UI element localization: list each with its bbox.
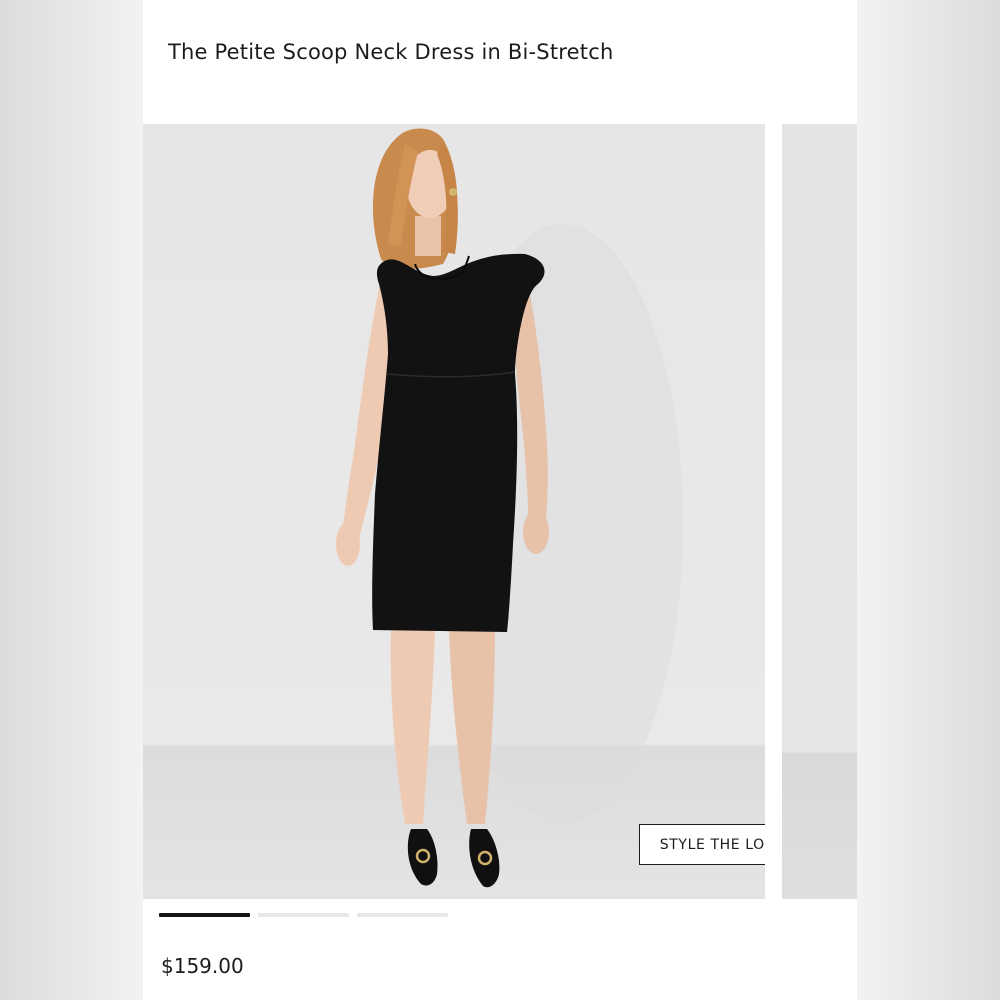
screenshot-frame: The Petite Scoop Neck Dress in Bi-Stretc… bbox=[0, 0, 1000, 1000]
product-card: The Petite Scoop Neck Dress in Bi-Stretc… bbox=[143, 0, 857, 1000]
right-margin bbox=[857, 0, 1000, 1000]
carousel-slide-active[interactable]: STYLE THE LOOK bbox=[143, 124, 765, 899]
product-price: $159.00 bbox=[161, 954, 244, 978]
carousel-indicators bbox=[159, 913, 448, 917]
image-carousel[interactable]: STYLE THE LOOK bbox=[143, 124, 857, 899]
left-margin bbox=[0, 0, 143, 1000]
style-the-look-button[interactable]: STYLE THE LOOK bbox=[639, 824, 765, 865]
carousel-slide-next-preview[interactable] bbox=[782, 124, 857, 899]
product-title: The Petite Scoop Neck Dress in Bi-Stretc… bbox=[168, 40, 614, 64]
carousel-indicator-2[interactable] bbox=[258, 913, 349, 917]
carousel-indicator-3[interactable] bbox=[357, 913, 448, 917]
product-image bbox=[336, 128, 683, 888]
carousel-indicator-1[interactable] bbox=[159, 913, 250, 917]
